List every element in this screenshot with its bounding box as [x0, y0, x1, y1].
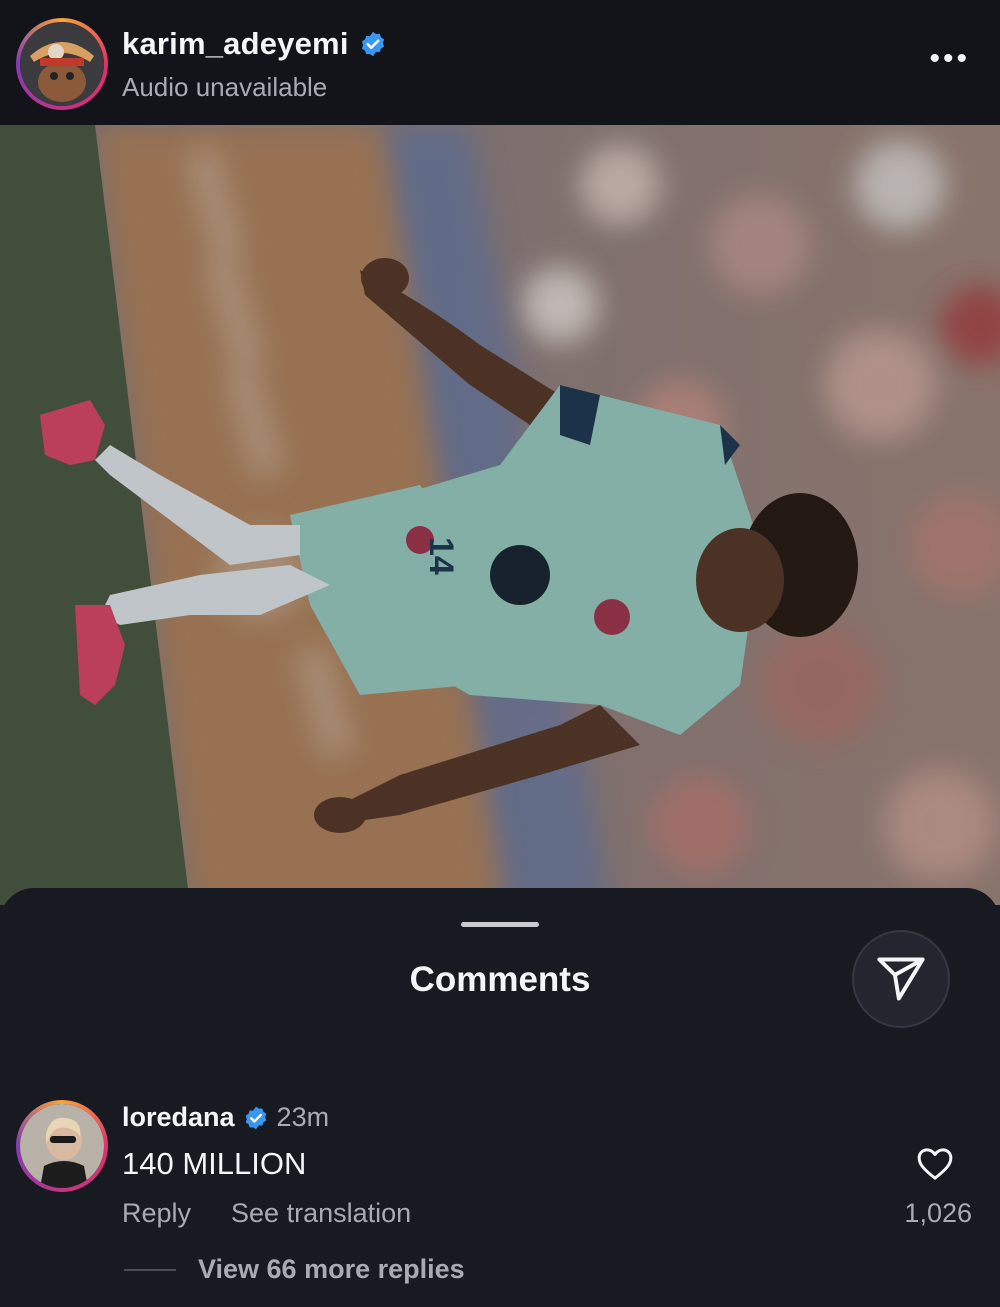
profile-avatar[interactable] — [16, 18, 108, 110]
share-button[interactable] — [852, 930, 950, 1028]
reply-button[interactable]: Reply — [122, 1198, 191, 1229]
post-username-text[interactable]: karim_adeyemi — [122, 26, 349, 62]
football-player-photo: 14 — [0, 125, 1000, 905]
comment-header: loredana 23m — [122, 1102, 329, 1133]
more-horizontal-icon: ••• — [929, 42, 970, 75]
heart-icon[interactable] — [914, 1144, 956, 1184]
commenter-avatar[interactable] — [16, 1100, 108, 1192]
audio-status[interactable]: Audio unavailable — [122, 72, 327, 103]
verified-badge-icon — [245, 1106, 266, 1129]
view-replies-label[interactable]: View 66 more replies — [198, 1254, 465, 1285]
comment-text: 140 MILLION — [122, 1146, 307, 1181]
comment-timestamp: 23m — [276, 1102, 330, 1132]
post-image[interactable]: 14 — [0, 125, 1000, 905]
post-username[interactable]: karim_adeyemi — [122, 26, 387, 62]
verified-badge-icon — [361, 31, 384, 57]
like-count: 1,026 — [904, 1198, 972, 1228]
view-replies-button[interactable]: View 66 more replies — [124, 1254, 465, 1285]
comments-title: Comments — [409, 960, 591, 999]
comments-sheet: Comments loredana 23m 140 MILLION Reply … — [0, 888, 1000, 1307]
sheet-grabber[interactable] — [461, 922, 539, 927]
send-icon — [877, 957, 925, 1001]
post-header: karim_adeyemi Audio unavailable ••• — [0, 0, 1000, 125]
see-translation-button[interactable]: See translation — [231, 1198, 411, 1229]
comment-actions: Reply See translation — [122, 1198, 411, 1229]
comment-username[interactable]: loredana — [122, 1102, 235, 1133]
more-options-button[interactable]: ••• — [929, 44, 970, 74]
replies-divider — [124, 1268, 176, 1271]
